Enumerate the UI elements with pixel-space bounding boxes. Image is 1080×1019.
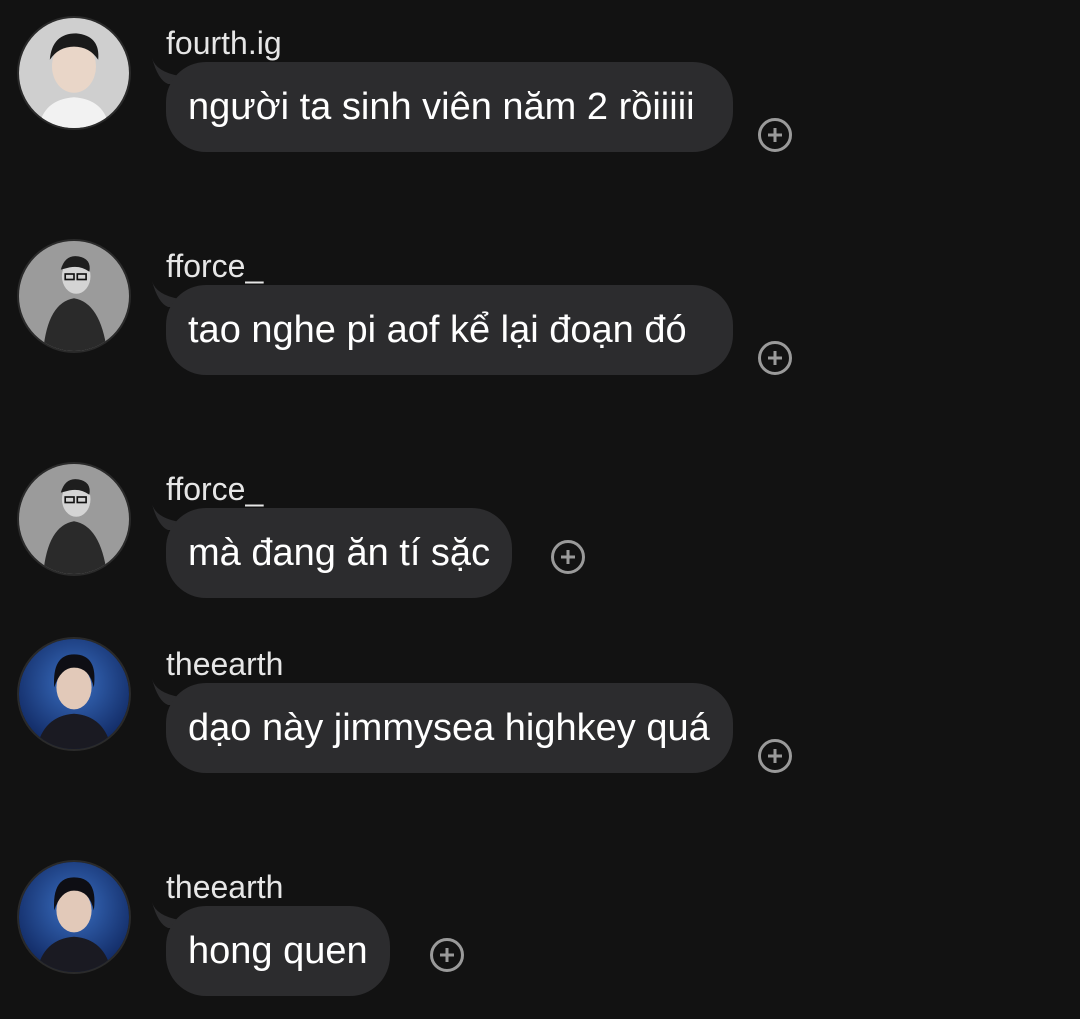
avatar[interactable] bbox=[17, 16, 131, 130]
message-bubble[interactable]: tao nghe pi aof kể lại đoạn đó bbox=[166, 285, 733, 375]
add-reaction-icon[interactable] bbox=[551, 540, 585, 574]
username[interactable]: fforce_ bbox=[166, 469, 263, 509]
add-reaction-icon[interactable] bbox=[758, 118, 792, 152]
add-reaction-icon[interactable] bbox=[758, 739, 792, 773]
avatar[interactable] bbox=[17, 239, 131, 353]
username[interactable]: theearth bbox=[166, 644, 283, 684]
add-reaction-icon[interactable] bbox=[758, 341, 792, 375]
username[interactable]: theearth bbox=[166, 867, 283, 907]
avatar[interactable] bbox=[17, 860, 131, 974]
username[interactable]: fourth.ig bbox=[166, 23, 282, 63]
message-bubble[interactable]: dạo này jimmysea highkey quá bbox=[166, 683, 733, 773]
avatar[interactable] bbox=[17, 637, 131, 751]
username[interactable]: fforce_ bbox=[166, 246, 263, 286]
message-bubble[interactable]: mà đang ăn tí sặc bbox=[166, 508, 513, 598]
message-bubble[interactable]: hong quen bbox=[166, 906, 390, 996]
message-bubble[interactable]: người ta sinh viên năm 2 rồiiiii bbox=[166, 62, 733, 152]
add-reaction-icon[interactable] bbox=[430, 938, 464, 972]
avatar[interactable] bbox=[17, 462, 131, 576]
